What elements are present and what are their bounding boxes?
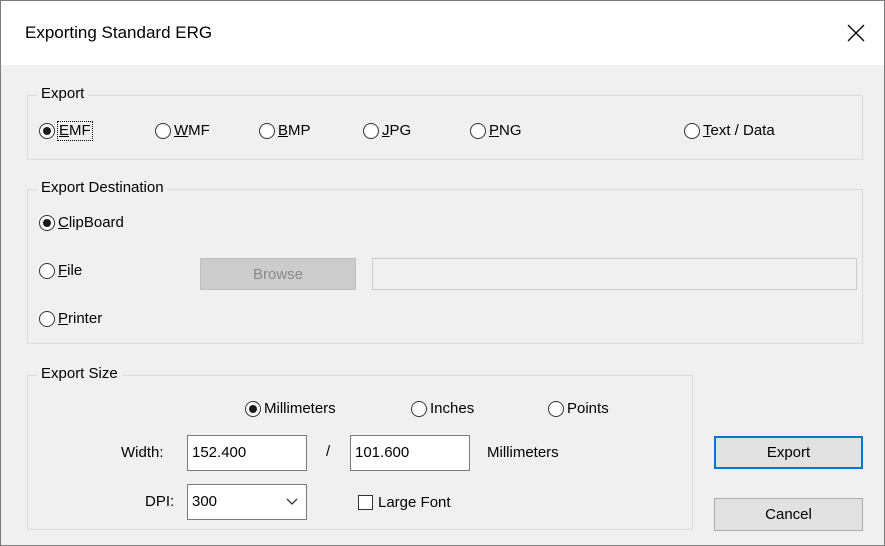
unit-label-millimeters: Millimeters <box>264 400 336 417</box>
export-button-label: Export <box>766 444 811 461</box>
chevron-down-icon <box>286 498 298 505</box>
radio-circle <box>470 123 486 139</box>
export-destination-legend: Export Destination <box>37 179 168 197</box>
destination-label-file: File <box>58 262 83 279</box>
browse-label: Browse <box>252 265 304 283</box>
cancel-button[interactable]: Cancel <box>714 498 863 531</box>
radio-circle <box>411 401 427 417</box>
height-input[interactable]: 101.600 <box>350 435 470 471</box>
format-label-jpg: JPG <box>382 122 412 139</box>
radio-circle <box>245 401 261 417</box>
destination-label-printer: Printer <box>58 310 103 327</box>
cancel-button-label: Cancel <box>765 506 812 523</box>
unit-label-inches: Inches <box>430 400 475 417</box>
dpi-value: 300 <box>192 493 218 510</box>
format-radio-bmp[interactable]: BMP <box>259 121 311 141</box>
format-label-text-data: Text / Data <box>703 122 775 139</box>
width-label: Width: <box>121 444 164 461</box>
browse-button[interactable]: Browse <box>200 258 356 290</box>
unit-display: Millimeters <box>487 444 559 461</box>
radio-circle <box>39 263 55 279</box>
radio-circle <box>39 123 55 139</box>
width-input[interactable]: 152.400 <box>187 435 307 471</box>
unit-radio-points[interactable]: Points <box>548 399 609 419</box>
format-radio-text-data[interactable]: Text / Data <box>684 121 775 141</box>
radio-circle <box>684 123 700 139</box>
format-radio-emf[interactable]: EMF <box>39 121 93 141</box>
format-radio-png[interactable]: PNG <box>470 121 522 141</box>
size-separator: / <box>326 443 331 460</box>
unit-radio-millimeters[interactable]: Millimeters <box>245 399 336 419</box>
checkbox-box <box>358 495 373 510</box>
unit-radio-inches[interactable]: Inches <box>411 399 474 419</box>
close-icon <box>847 24 865 42</box>
radio-circle <box>548 401 564 417</box>
dpi-select[interactable]: 300 <box>187 484 307 520</box>
destination-radio-printer[interactable]: Printer <box>39 309 102 329</box>
radio-circle <box>39 215 55 231</box>
format-label-wmf: WMF <box>174 122 210 139</box>
radio-circle <box>39 311 55 327</box>
format-label-png: PNG <box>489 122 522 139</box>
file-path-input[interactable] <box>372 258 857 290</box>
format-radio-jpg[interactable]: JPG <box>363 121 411 141</box>
destination-radio-clipboard[interactable]: ClipBoard <box>39 213 124 233</box>
radio-circle <box>155 123 171 139</box>
title-bar: Exporting Standard ERG <box>1 1 884 65</box>
radio-circle <box>259 123 275 139</box>
large-font-checkbox[interactable]: Large Font <box>358 494 451 511</box>
format-label-emf: EMF <box>57 121 93 141</box>
export-button[interactable]: Export <box>714 436 863 469</box>
destination-label-clipboard: ClipBoard <box>58 214 124 231</box>
export-size-legend: Export Size <box>37 365 122 383</box>
export-format-legend: Export <box>37 85 89 103</box>
destination-radio-file[interactable]: File <box>39 261 82 281</box>
close-button[interactable] <box>838 15 874 51</box>
unit-label-points: Points <box>567 400 609 417</box>
window-title: Exporting Standard ERG <box>25 23 213 42</box>
export-dialog: Exporting Standard ERG Export EMF WMF BM… <box>0 0 885 546</box>
format-radio-wmf[interactable]: WMF <box>155 121 210 141</box>
format-label-bmp: BMP <box>278 122 311 139</box>
dpi-label: DPI: <box>145 493 175 510</box>
large-font-label: Large Font <box>378 494 451 511</box>
radio-circle <box>363 123 379 139</box>
